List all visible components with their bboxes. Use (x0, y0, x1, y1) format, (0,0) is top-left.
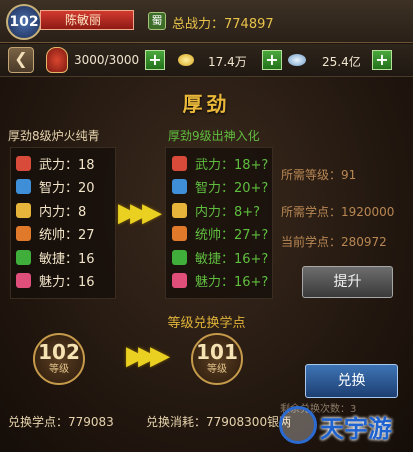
dialog-frame: 102 陈敏丽 蜀 总战力：774897 ❮ 3000/3000 + 17.4万… (0, 0, 413, 452)
current-stat-row: 魅力：16 (16, 270, 95, 292)
current-stat-label: 敏捷：16 (39, 251, 95, 267)
add-silver-button[interactable]: + (372, 50, 392, 70)
next-stat-row: 智力：20+? (172, 176, 268, 198)
current-stat-row: 智力：20 (16, 176, 95, 198)
faction-icon: 蜀 (148, 12, 166, 30)
current-stat-label: 武力：18 (39, 157, 95, 173)
next-stat-row: 内力：8+? (172, 199, 260, 221)
flower-icon (16, 273, 31, 288)
next-stat-label: 内力：8+? (195, 204, 261, 220)
flower-icon (172, 273, 187, 288)
stamina-pouch-icon (46, 47, 68, 73)
gold-value: 17.4万 (208, 55, 247, 69)
add-gold-button[interactable]: + (262, 50, 282, 70)
player-name: 陈敏丽 (40, 10, 134, 30)
boot-icon (172, 249, 187, 265)
to-level-number: 101 (196, 340, 238, 364)
exchange-cost-value: 兑换消耗：77908300银两 (146, 415, 292, 429)
current-stat-label: 魅力：16 (39, 275, 95, 290)
feather-icon (16, 179, 31, 194)
current-level-heading: 厚劲8级炉火纯青 (8, 129, 100, 143)
silver-icon (288, 54, 306, 66)
total-power: 总战力：774897 (172, 17, 274, 32)
required-level: 所需等级：91 (281, 168, 357, 182)
next-stat-row: 魅力：16+? (172, 270, 268, 292)
yin-yang-icon (172, 202, 187, 218)
watermark-logo-icon (279, 406, 317, 444)
feather-icon (172, 179, 187, 194)
current-stat-row: 敏捷：16 (16, 246, 95, 268)
to-level-label: 等级 (207, 364, 227, 375)
stamina-value: 3000/3000 (74, 53, 140, 67)
player-level-badge: 102 (6, 4, 42, 40)
exchange-button[interactable]: 兑换 (305, 364, 398, 398)
required-points: 所需学点：1920000 (281, 205, 395, 219)
flag-icon (16, 226, 31, 241)
to-level-badge: 101 等级 (191, 333, 243, 385)
flag-icon (172, 226, 187, 241)
silver-value: 25.4亿 (322, 55, 361, 69)
current-stat-row: 武力：18 (16, 152, 95, 174)
exchange-arrow-icon: ▶▶▶ (126, 341, 170, 371)
gold-icon (178, 54, 194, 66)
upgrade-arrow-icon: ▶▶▶ (118, 198, 162, 228)
current-stat-row: 统帅：27 (16, 223, 95, 245)
exchange-section-title: 等级兑换学点 (167, 316, 246, 331)
next-stat-label: 统帅：27+? (195, 228, 269, 243)
next-stat-label: 敏捷：16+? (195, 251, 269, 267)
current-stat-label: 统帅：27 (39, 228, 95, 243)
current-stat-row: 内力：8 (16, 199, 86, 221)
top-bar: 102 陈敏丽 蜀 总战力：774897 (0, 0, 413, 43)
skill-title: 厚劲 (182, 92, 231, 116)
resource-bar: ❮ 3000/3000 + 17.4万 + 25.4亿 + (0, 44, 413, 77)
from-level-badge: 102 等级 (33, 333, 85, 385)
next-stat-label: 魅力：16+? (195, 275, 269, 290)
next-stat-row: 敏捷：16+? (172, 246, 268, 268)
current-stat-label: 内力：8 (39, 204, 87, 220)
next-level-heading: 厚劲9级出神入化 (168, 129, 260, 143)
next-stat-row: 武力：18+? (172, 152, 268, 174)
back-button[interactable]: ❮ (8, 47, 34, 73)
boot-icon (16, 249, 31, 265)
next-stat-label: 智力：20+? (195, 181, 269, 196)
sword-icon (16, 155, 31, 171)
next-stat-label: 武力：18+? (195, 157, 269, 173)
from-level-number: 102 (38, 340, 80, 364)
upgrade-button[interactable]: 提升 (302, 266, 393, 298)
next-stat-row: 统帅：27+? (172, 223, 268, 245)
add-stamina-button[interactable]: + (145, 50, 165, 70)
watermark-text: 天宇游 (320, 415, 392, 443)
exchange-points-value: 兑换学点：779083 (8, 415, 114, 429)
sword-icon (172, 155, 187, 171)
current-points: 当前学点：280972 (281, 235, 387, 249)
from-level-label: 等级 (49, 364, 69, 375)
current-stat-label: 智力：20 (39, 181, 95, 196)
yin-yang-icon (16, 202, 31, 218)
